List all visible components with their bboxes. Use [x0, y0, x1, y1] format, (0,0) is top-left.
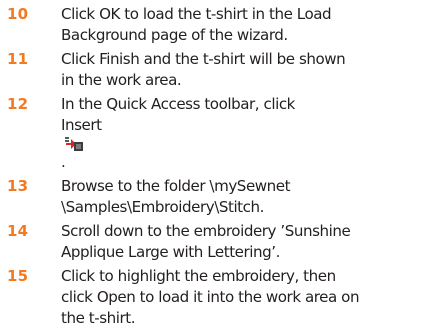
step-12: 12 In the Quick Access toolbar, click In…: [0, 94, 429, 173]
step-line: Click Finish and the t-shirt will be sho…: [61, 50, 346, 68]
step-number: 13: [7, 177, 29, 195]
step-number: 12: [7, 95, 29, 113]
step-13: 13 Browse to the folder \mySewnet \Sampl…: [0, 176, 429, 218]
step-number: 14: [7, 222, 29, 240]
step-10: 10 Click OK to load the t-shirt in the L…: [0, 4, 429, 46]
step-text: Browse to the folder \mySewnet \Samples\…: [61, 176, 429, 218]
step-line: Click OK to load the t-shirt in the Load: [61, 5, 332, 23]
step-text: Click Finish and the t-shirt will be sho…: [61, 49, 429, 91]
step-line: In the Quick Access toolbar, click: [61, 95, 295, 113]
step-line: click Open to load it into the work area…: [61, 288, 360, 306]
step-number: 10: [7, 5, 29, 23]
step-line-with-icon: Insert .: [61, 115, 429, 173]
step-text: In the Quick Access toolbar, click Inser…: [61, 94, 429, 173]
step-line: Background page of the wizard.: [61, 26, 288, 44]
step-line: Applique Large with Lettering’.: [61, 243, 280, 261]
step-11: 11 Click Finish and the t-shirt will be …: [0, 49, 429, 91]
step-text: Scroll down to the embroidery ’Sunshine …: [61, 221, 429, 263]
step-line: Browse to the folder \mySewnet: [61, 177, 291, 195]
instruction-steps: 10 Click OK to load the t-shirt in the L…: [0, 0, 429, 329]
step-text: Click to highlight the embroidery, then …: [61, 266, 429, 329]
step-line-suffix: .: [61, 153, 66, 171]
step-15: 15 Click to highlight the embroidery, th…: [0, 266, 429, 329]
step-line: the t-shirt.: [61, 309, 136, 327]
step-line: in the work area.: [61, 71, 182, 89]
step-14: 14 Scroll down to the embroidery ’Sunshi…: [0, 221, 429, 263]
step-number: 11: [7, 50, 29, 68]
step-line: Insert: [61, 116, 102, 134]
insert-icon: [64, 136, 84, 152]
step-text: Click OK to load the t-shirt in the Load…: [61, 4, 429, 46]
step-line: Click to highlight the embroidery, then: [61, 267, 336, 285]
step-line: Scroll down to the embroidery ’Sunshine: [61, 222, 351, 240]
step-line: \Samples\Embroidery\Stitch.: [61, 198, 264, 216]
step-number: 15: [7, 267, 29, 285]
